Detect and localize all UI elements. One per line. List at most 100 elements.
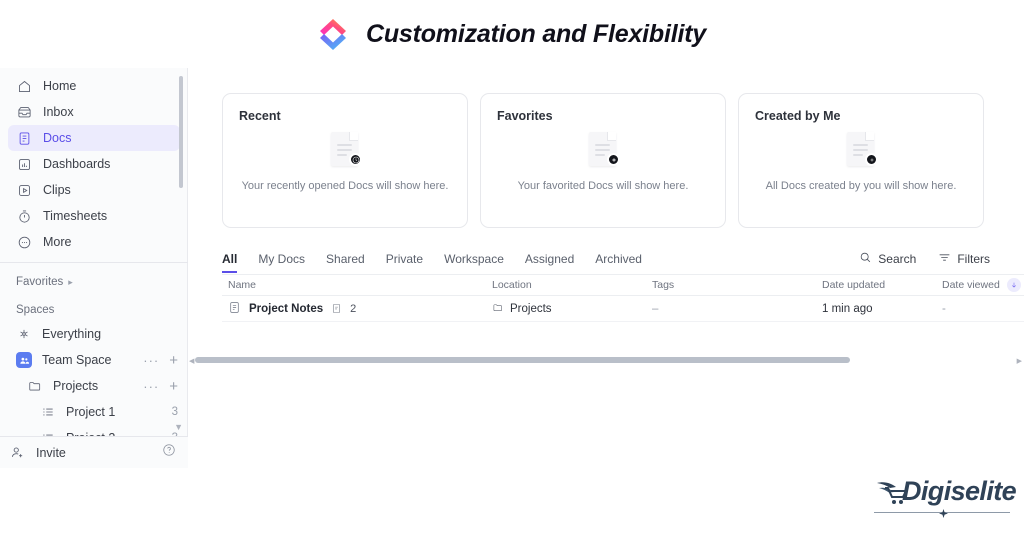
- tab-private[interactable]: Private: [386, 253, 423, 273]
- sidebar-scroll-area: Home Inbox Docs Dashboards Clips Timeshe…: [0, 68, 188, 436]
- card-hint: Your recently opened Docs will show here…: [241, 180, 449, 192]
- card-title: Recent: [239, 109, 281, 123]
- cell-name[interactable]: Project Notes 2: [222, 300, 492, 318]
- sidebar-scrollbar-track[interactable]: [179, 72, 185, 432]
- sidebar-item-label: Team Space: [42, 353, 112, 367]
- watermark-diamond-icon: [939, 509, 948, 518]
- sidebar-item-project-2[interactable]: Project 2 3: [0, 425, 188, 436]
- team-space-more-button[interactable]: ···: [143, 354, 159, 367]
- tab-assigned[interactable]: Assigned: [525, 253, 574, 273]
- cell-location[interactable]: Projects: [492, 302, 652, 316]
- table-row[interactable]: Project Notes 2 Projects – 1 min ago -: [222, 296, 1024, 322]
- sidebar-item-clips[interactable]: Clips: [8, 177, 180, 203]
- search-icon: [859, 251, 872, 267]
- page-title: Customization and Flexibility: [365, 19, 707, 48]
- filters-label: Filters: [957, 252, 990, 266]
- horizontal-scrollbar-thumb[interactable]: [195, 357, 850, 363]
- favorites-section-header[interactable]: Favorites ▸: [0, 271, 188, 293]
- sidebar-item-everything[interactable]: Everything: [0, 321, 188, 347]
- card-title: Favorites: [497, 109, 553, 123]
- column-header-date-viewed[interactable]: Date viewed: [942, 278, 1024, 292]
- cell-date-updated: 1 min ago: [822, 302, 873, 315]
- sidebar-item-label: Project 1: [66, 405, 116, 419]
- sidebar-item-timesheets[interactable]: Timesheets: [8, 203, 180, 229]
- sidebar-item-inbox[interactable]: Inbox: [8, 99, 180, 125]
- sidebar-item-label: Everything: [42, 327, 102, 341]
- column-header-date-updated[interactable]: Date updated: [822, 279, 942, 291]
- sidebar-item-projects[interactable]: Projects ··· +: [0, 373, 188, 399]
- spaces-section-header: Spaces: [0, 299, 188, 321]
- clickup-logo: [318, 15, 348, 53]
- sidebar-item-label: Timesheets: [43, 209, 108, 223]
- slide-header: Customization and Flexibility: [0, 0, 1024, 68]
- tab-my-docs[interactable]: My Docs: [258, 253, 305, 273]
- home-icon: [16, 78, 32, 94]
- tab-archived[interactable]: Archived: [595, 253, 642, 273]
- inbox-icon: [16, 104, 32, 120]
- timesheets-icon: [16, 208, 32, 224]
- column-header-tags[interactable]: Tags: [652, 279, 822, 291]
- filters-button[interactable]: Filters: [938, 251, 990, 267]
- subpage-icon: [331, 302, 342, 315]
- user-plus-icon: [12, 447, 23, 458]
- tab-workspace[interactable]: Workspace: [444, 253, 504, 273]
- cell-date-viewed: -: [942, 302, 946, 315]
- tab-shared[interactable]: Shared: [326, 253, 365, 273]
- sidebar-item-label: Dashboards: [43, 157, 111, 171]
- projects-add-button[interactable]: +: [169, 379, 178, 394]
- sidebar-item-label: Docs: [43, 131, 72, 145]
- docs-icon: [16, 130, 32, 146]
- plus-badge-icon: [865, 153, 878, 166]
- location-name: Projects: [510, 302, 552, 315]
- card-created-by-me[interactable]: Created by Me All Docs created by you wi…: [738, 93, 984, 228]
- docs-table: Name Location Tags Date updated Date vie…: [222, 274, 1024, 322]
- invite-label: Invite: [36, 445, 66, 460]
- docs-tabs: All My Docs Shared Private Workspace Ass…: [222, 253, 642, 273]
- scroll-right-icon[interactable]: ▶: [1017, 357, 1022, 365]
- chevron-right-icon: ▸: [68, 276, 73, 287]
- docs-toolbar-actions: Search Filters: [859, 251, 990, 273]
- team-space-avatar: [16, 352, 32, 368]
- sidebar-scrollbar-thumb[interactable]: [179, 76, 183, 188]
- watermark-text: Digiselite: [902, 476, 1017, 506]
- clock-badge-icon: [349, 153, 362, 166]
- projects-more-button[interactable]: ···: [143, 380, 159, 393]
- document-illustration: [844, 132, 878, 172]
- team-space-add-button[interactable]: +: [169, 353, 178, 368]
- favorites-label: Favorites: [16, 276, 64, 288]
- help-circle-icon[interactable]: [162, 443, 176, 462]
- sidebar-item-label: Inbox: [43, 105, 74, 119]
- sidebar-scroll-down-icon[interactable]: ▼: [174, 422, 183, 432]
- dashboards-icon: [16, 156, 32, 172]
- list-icon: [40, 404, 56, 420]
- search-label: Search: [878, 252, 917, 266]
- card-hint: All Docs created by you will show here.: [765, 180, 957, 192]
- sidebar-item-label: Projects: [53, 379, 99, 393]
- card-recent[interactable]: Recent Your recently opened Docs will sh…: [222, 93, 468, 228]
- column-header-location[interactable]: Location: [492, 279, 652, 291]
- sidebar-item-docs[interactable]: Docs: [8, 125, 180, 151]
- docs-tabs-bar: All My Docs Shared Private Workspace Ass…: [222, 246, 990, 273]
- sidebar-item-dashboards[interactable]: Dashboards: [8, 151, 180, 177]
- overview-cards: Recent Your recently opened Docs will sh…: [222, 93, 984, 228]
- card-favorites[interactable]: Favorites Your favorited Docs will show …: [480, 93, 726, 228]
- sort-descending-icon[interactable]: [1006, 278, 1021, 292]
- column-header-name[interactable]: Name: [222, 279, 492, 291]
- scroll-left-icon[interactable]: ◀: [189, 357, 194, 365]
- filters-icon: [938, 251, 951, 267]
- sidebar-divider: [0, 262, 188, 263]
- folder-icon: [492, 302, 504, 316]
- sidebar-item-home[interactable]: Home: [8, 73, 180, 99]
- sidebar-item-more[interactable]: More: [8, 229, 180, 255]
- cell-tags[interactable]: –: [652, 303, 822, 315]
- card-hint: Your favorited Docs will show here.: [517, 180, 689, 192]
- sidebar-item-project-1[interactable]: Project 1 3: [0, 399, 188, 425]
- star-badge-icon: [607, 153, 620, 166]
- sidebar-item-team-space[interactable]: Team Space ··· +: [0, 347, 188, 373]
- clips-icon: [16, 182, 32, 198]
- doc-name: Project Notes: [249, 302, 324, 315]
- invite-button[interactable]: Invite: [10, 445, 162, 460]
- search-button[interactable]: Search: [859, 251, 916, 267]
- app-window: Home Inbox Docs Dashboards Clips Timeshe…: [0, 68, 1024, 468]
- tab-all[interactable]: All: [222, 253, 238, 273]
